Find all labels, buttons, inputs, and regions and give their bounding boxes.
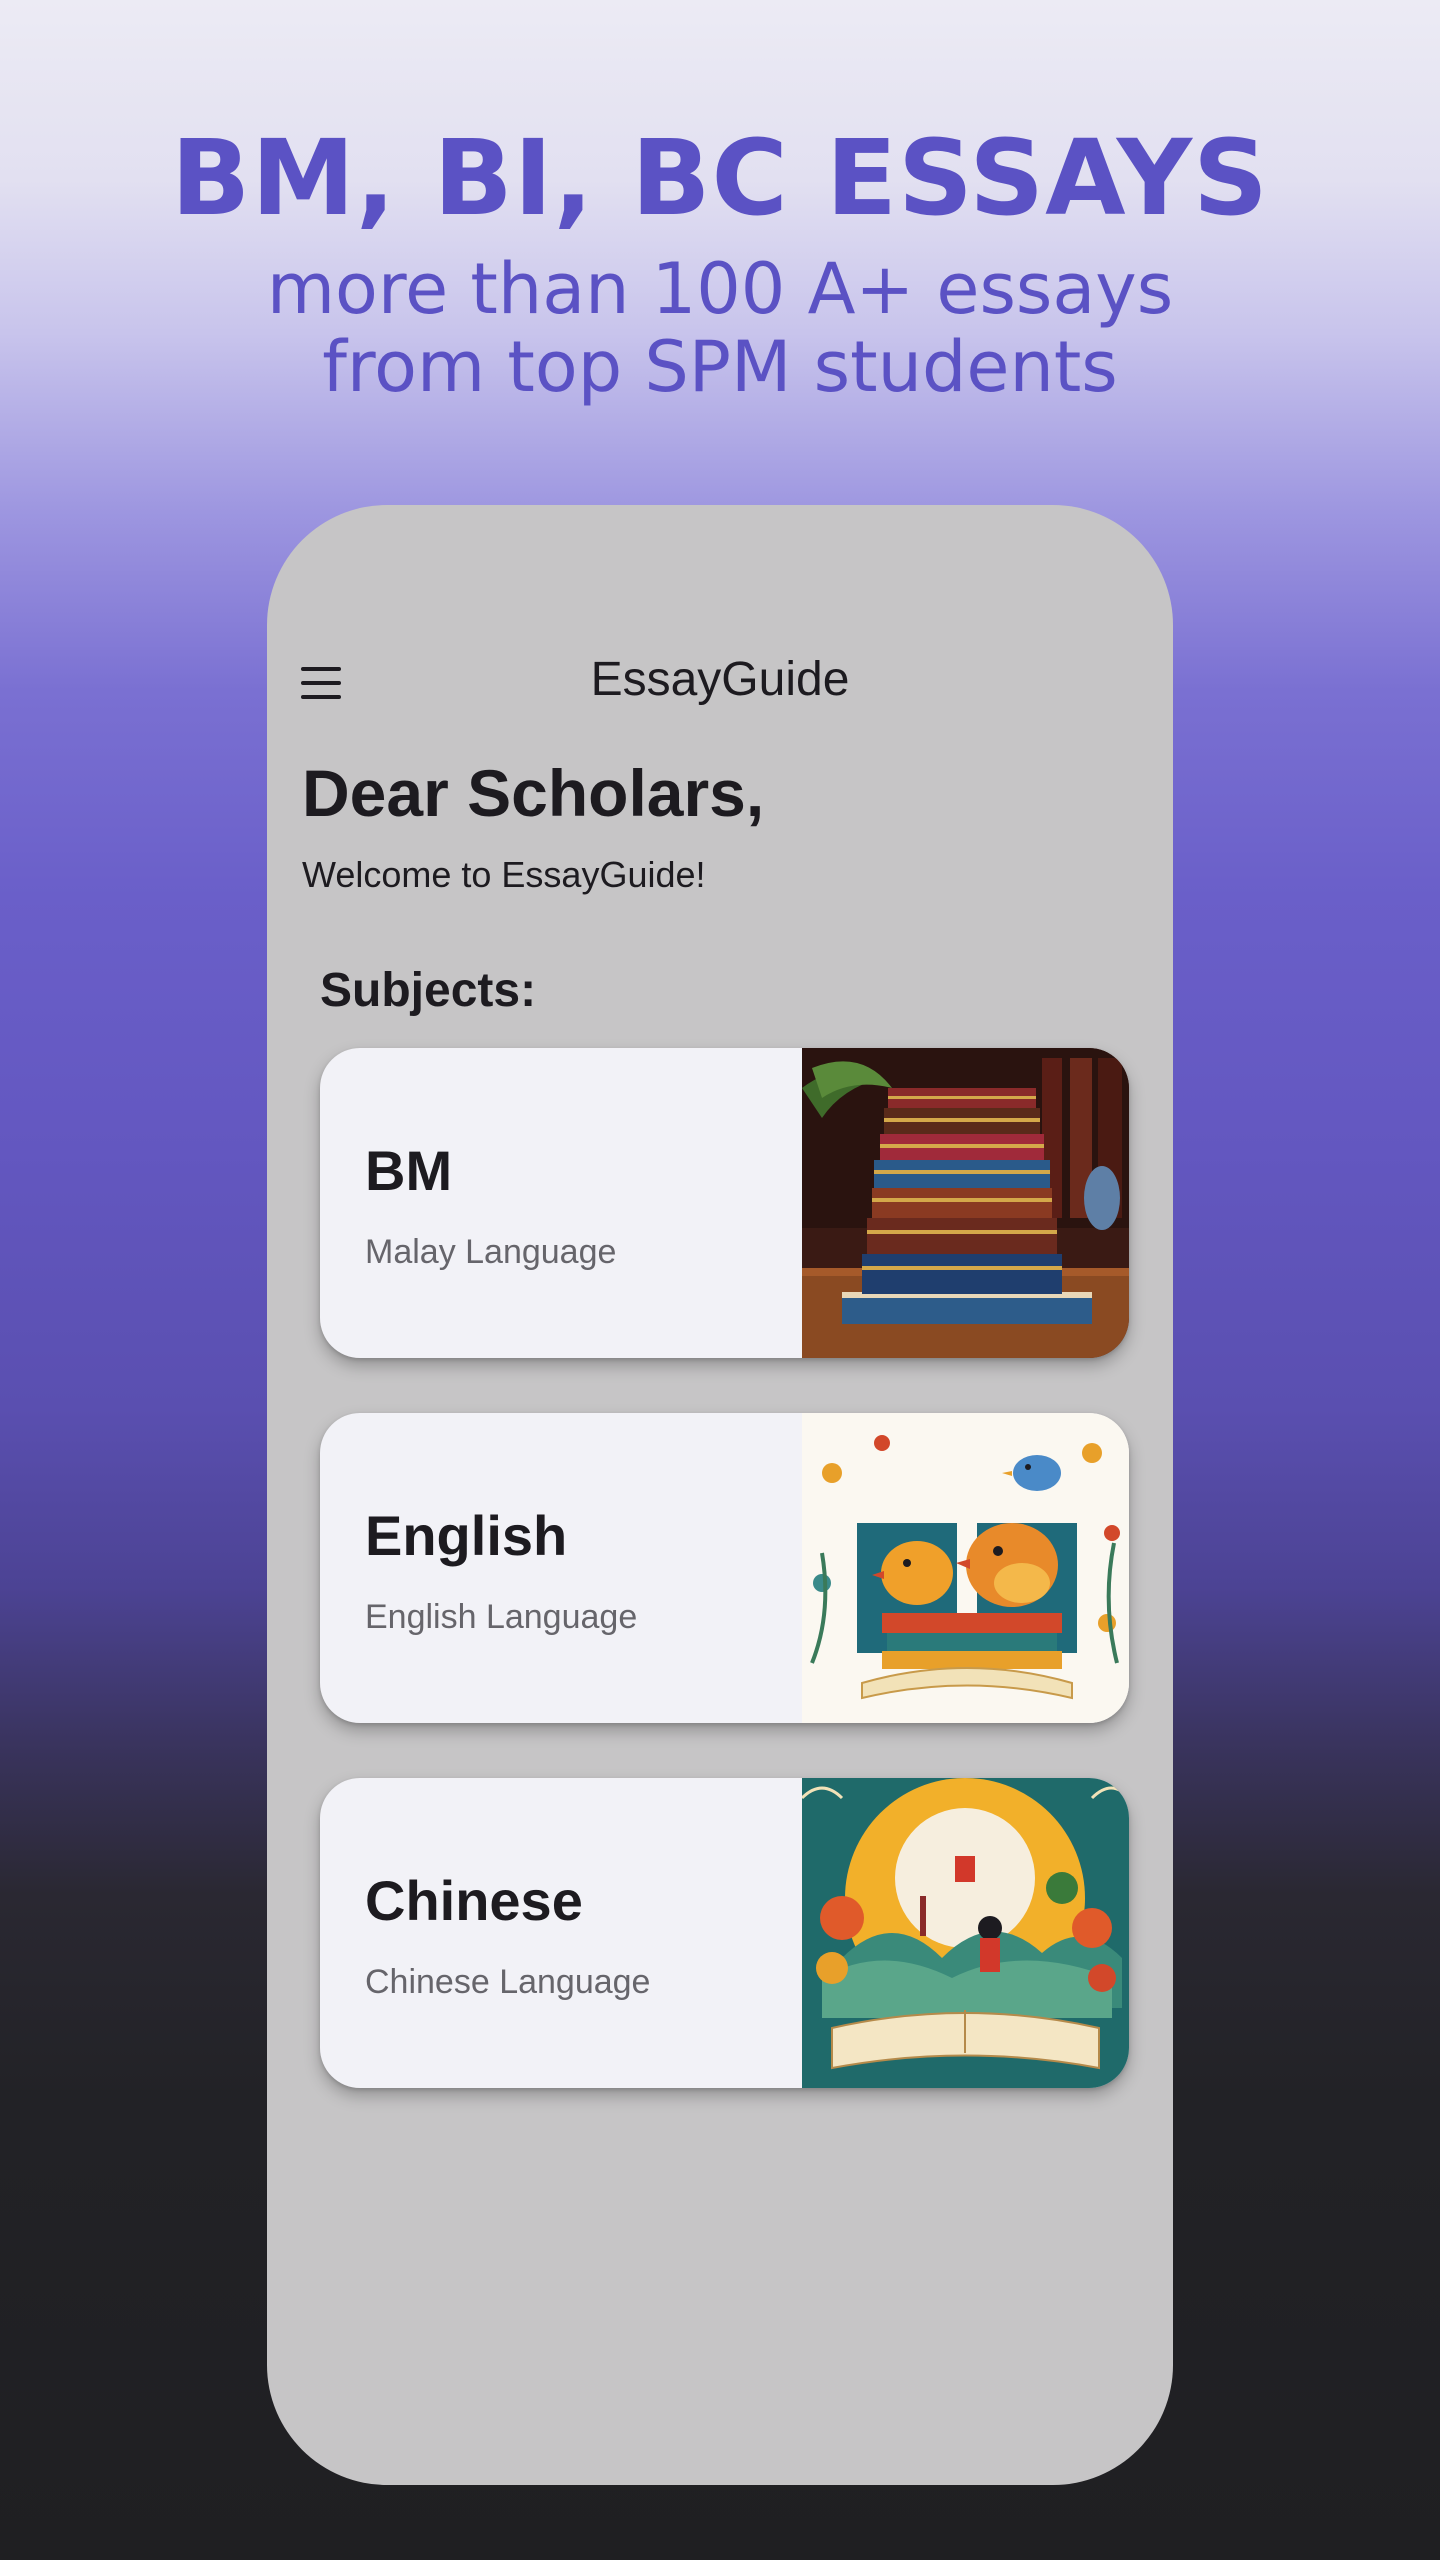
subject-subtitle: Chinese Language [365,1963,651,2001]
promo-subtitle: more than 100 A+ essays from top SPM stu… [0,250,1440,406]
app-bar: EssayGuide [267,505,1173,905]
subject-card-text: English English Language [365,1413,785,1723]
subject-subtitle: Malay Language [365,1233,617,1271]
birds-on-books-image [802,1413,1129,1723]
stacked-books-image [802,1048,1129,1358]
subject-title: BM [365,1139,453,1202]
promo-subtitle-line-2: from top SPM students [322,326,1118,408]
promo-subtitle-line-1: more than 100 A+ essays [266,248,1174,330]
subject-title: Chinese [365,1869,583,1932]
subject-card-bm[interactable]: BM Malay Language [320,1048,1129,1358]
subjects-heading: Subjects: [320,964,537,1017]
app-title: EssayGuide [590,653,850,706]
subject-subtitle: English Language [365,1598,638,1636]
welcome-message: Welcome to EssayGuide! [302,854,706,895]
subject-card-text: Chinese Chinese Language [365,1778,785,2088]
subject-card-english[interactable]: English English Language [320,1413,1129,1723]
promo-title: BM, BI, BC ESSAYS [171,117,1269,239]
greeting-heading: Dear Scholars, [302,756,765,830]
phone-screen: EssayGuide Dear Scholars, Welcome to Ess… [267,505,1173,2485]
subject-title: English [365,1504,568,1567]
subject-card-text: BM Malay Language [365,1048,785,1358]
open-book-landscape-image [802,1778,1129,2088]
subject-card-chinese[interactable]: Chinese Chinese Language [320,1778,1129,2088]
